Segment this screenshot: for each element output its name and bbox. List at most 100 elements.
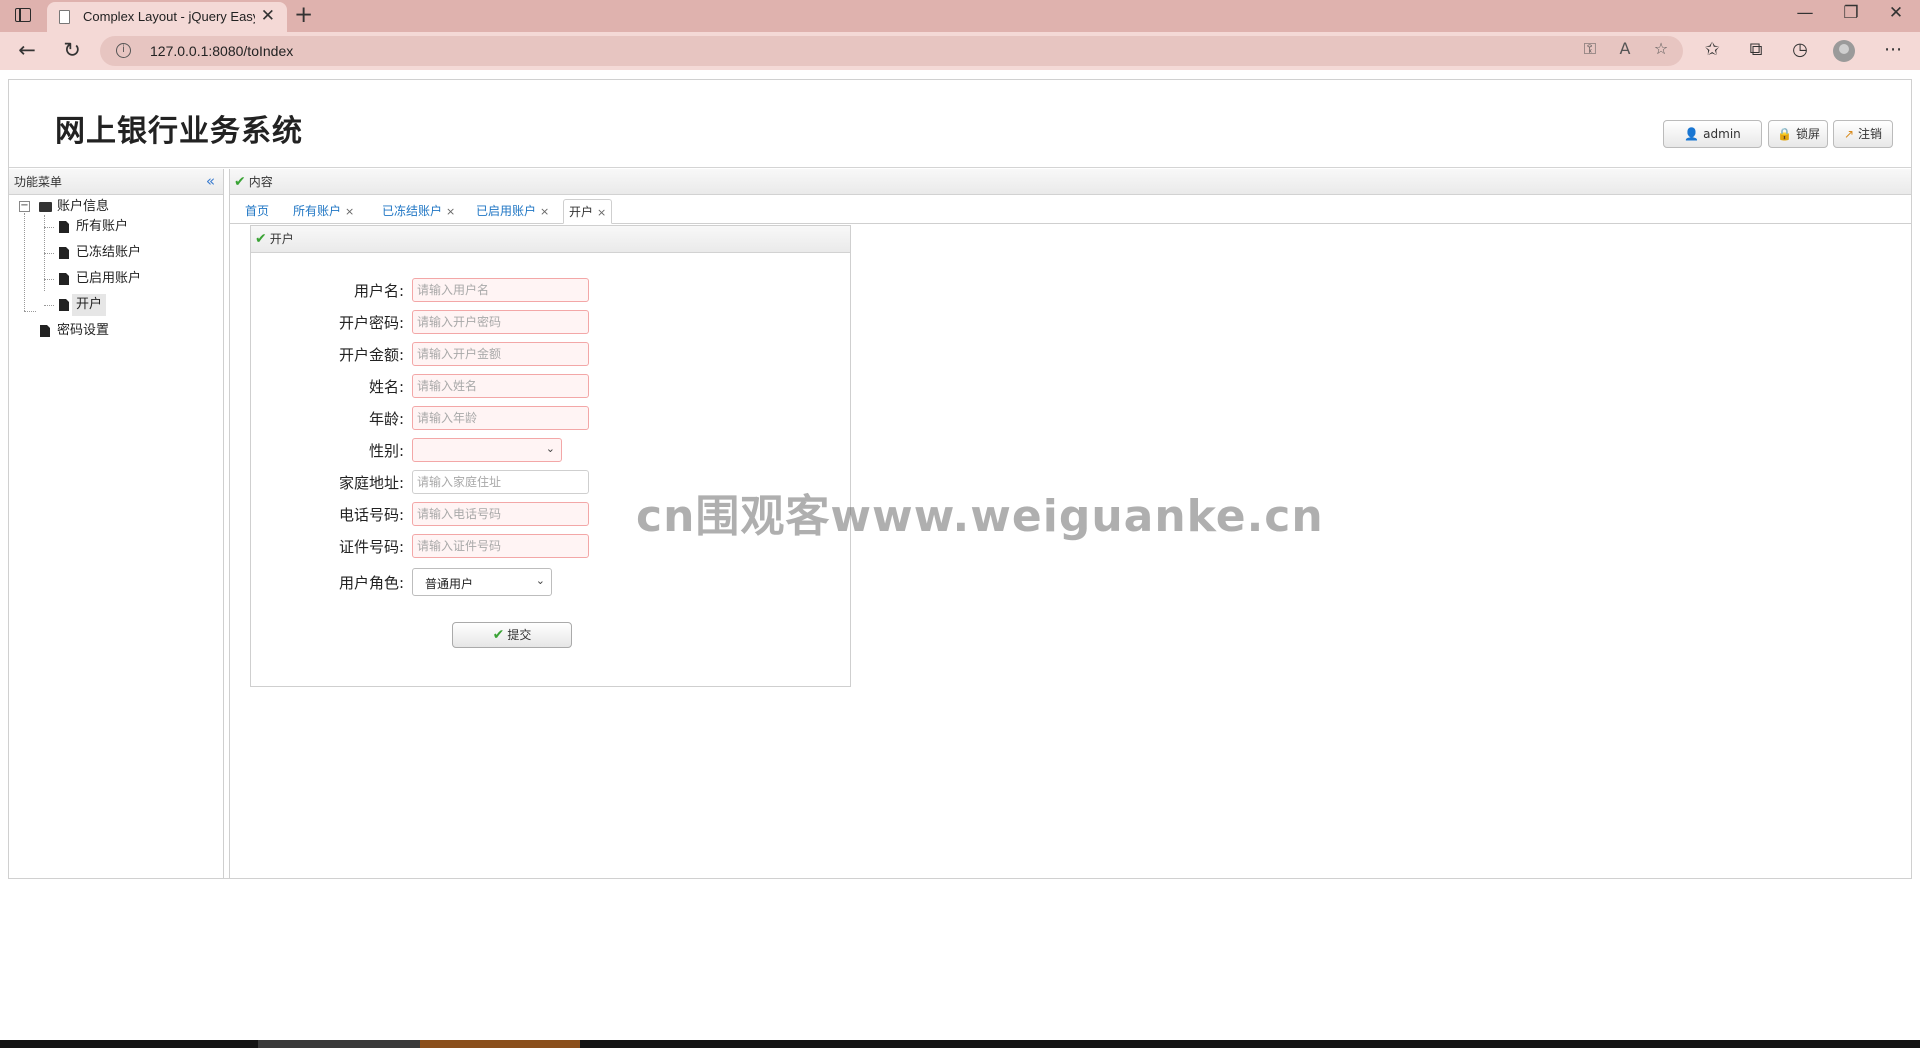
- read-aloud-icon[interactable]: A: [1612, 39, 1638, 58]
- tree-node-frozen-accounts[interactable]: 已冻结账户: [9, 242, 219, 264]
- lock-screen-button[interactable]: 🔒 锁屏: [1768, 120, 1828, 148]
- more-icon[interactable]: ⋯: [1879, 39, 1907, 60]
- form-row-age: 年龄:: [251, 406, 850, 430]
- tab-close-icon[interactable]: ✕: [261, 6, 275, 26]
- phone-input[interactable]: [412, 502, 589, 526]
- tab-close-icon[interactable]: ×: [446, 205, 455, 218]
- taskbar-item[interactable]: [258, 1040, 420, 1048]
- name-input[interactable]: [412, 374, 589, 398]
- refresh-icon[interactable]: ↻: [59, 38, 85, 62]
- file-icon: [40, 325, 50, 337]
- tab-all-accounts[interactable]: 所有账户 ×: [288, 199, 359, 224]
- address-label: 家庭地址:: [338, 474, 404, 492]
- watermark: cn围观客www.weiguanke.cn: [636, 491, 1324, 542]
- tab-actions-icon[interactable]: [15, 8, 31, 22]
- page-icon: [59, 10, 70, 24]
- tab-close-icon[interactable]: ×: [345, 205, 354, 218]
- name-label: 姓名:: [368, 378, 404, 396]
- tree-node-label: 已启用账户: [76, 271, 142, 286]
- browser-toolbar: ← ↻ i 127.0.0.1:8080/toIndex ⚿ A ☆ ✩ ⧉ ◷…: [0, 32, 1920, 70]
- user-icon: 👤: [1684, 127, 1700, 141]
- gender-select[interactable]: ⌄: [412, 438, 562, 462]
- tab-home[interactable]: 首页: [240, 199, 274, 224]
- site-info-icon[interactable]: i: [116, 43, 131, 58]
- minimize-icon[interactable]: —: [1790, 3, 1820, 23]
- tree-node-label: 开户: [72, 294, 107, 316]
- key-icon[interactable]: ⚿: [1577, 39, 1603, 59]
- age-input[interactable]: [412, 406, 589, 430]
- tree-node-account-info[interactable]: − 账户信息: [9, 196, 219, 218]
- username-input[interactable]: [412, 278, 589, 302]
- password-label: 开户密码:: [338, 314, 404, 332]
- sidebar-header: 功能菜单 «: [9, 169, 223, 195]
- tab-bar: 首页 所有账户 × 已冻结账户 × 已启用账户 × 开户 ×: [230, 195, 1911, 224]
- age-label: 年龄:: [368, 410, 404, 428]
- form-row-name: 姓名:: [251, 374, 850, 398]
- form-row-role: 用户角色: 普通用户 ⌄: [251, 568, 850, 596]
- tree-toggle-icon[interactable]: −: [19, 201, 30, 212]
- back-icon[interactable]: ←: [14, 38, 40, 62]
- header: 网上银行业务系统 👤 admin 🔒 锁屏 ↗ 注销: [9, 80, 1911, 168]
- form-row-amount: 开户金额:: [251, 342, 850, 366]
- url-text[interactable]: 127.0.0.1:8080/toIndex: [150, 43, 293, 59]
- chevron-down-icon: ⌄: [545, 442, 555, 455]
- admin-button[interactable]: 👤 admin: [1663, 120, 1762, 148]
- tree-node-label: 密码设置: [57, 323, 110, 338]
- collapse-icon[interactable]: «: [206, 169, 215, 193]
- tab-close-icon[interactable]: ×: [597, 206, 606, 219]
- page-title: 网上银行业务系统: [55, 114, 303, 149]
- app-layout: 网上银行业务系统 👤 admin 🔒 锁屏 ↗ 注销 功能菜单 « − 账户信息…: [8, 79, 1912, 879]
- tree-node-enabled-accounts[interactable]: 已启用账户: [9, 268, 219, 290]
- amount-input[interactable]: [412, 342, 589, 366]
- file-icon: [59, 247, 69, 259]
- check-icon: ✔: [492, 627, 505, 643]
- file-icon: [59, 221, 69, 233]
- add-favorite-icon[interactable]: ☆: [1648, 39, 1674, 58]
- tree-node-label: 已冻结账户: [76, 245, 142, 260]
- gender-label: 性别:: [368, 442, 404, 460]
- open-account-form: ✔开户 用户名: 开户密码: 开户金额: 姓名: 年龄:: [250, 225, 851, 687]
- tab-enabled-accounts[interactable]: 已启用账户 ×: [471, 199, 554, 224]
- address-bar[interactable]: i 127.0.0.1:8080/toIndex ⚿ A ☆: [100, 36, 1683, 66]
- restore-icon[interactable]: ❐: [1836, 3, 1866, 23]
- address-input[interactable]: [412, 470, 589, 494]
- new-tab-button[interactable]: +: [294, 2, 313, 28]
- tree-node-label: 账户信息: [57, 199, 110, 214]
- amount-label: 开户金额:: [338, 346, 404, 364]
- logout-button[interactable]: ↗ 注销: [1833, 120, 1893, 148]
- profile-icon[interactable]: [1833, 40, 1855, 62]
- lock-icon: 🔒: [1777, 127, 1792, 141]
- tree-node-label: 所有账户: [76, 219, 129, 234]
- id-number-input[interactable]: [412, 534, 589, 558]
- form-row-username: 用户名:: [251, 278, 850, 302]
- chevron-down-icon: ⌄: [535, 574, 545, 587]
- sidebar-title: 功能菜单: [14, 175, 63, 189]
- collections-icon[interactable]: ⧉: [1742, 39, 1770, 60]
- logout-icon: ↗: [1843, 127, 1855, 141]
- content-header: ✔ 内容: [230, 169, 1911, 195]
- form-row-gender: 性别: ⌄: [251, 438, 850, 462]
- history-icon[interactable]: ◷: [1786, 39, 1814, 60]
- taskbar: [0, 1040, 1920, 1048]
- close-window-icon[interactable]: ✕: [1881, 3, 1911, 23]
- browser-tab[interactable]: Complex Layout - jQuery EasyUI ✕: [47, 2, 287, 32]
- submit-button[interactable]: ✔ 提交: [452, 622, 572, 648]
- taskbar-item[interactable]: [420, 1040, 580, 1048]
- role-value: 普通用户: [425, 577, 474, 591]
- tab-frozen-accounts[interactable]: 已冻结账户 ×: [377, 199, 460, 224]
- password-input[interactable]: [412, 310, 589, 334]
- tree-node-open-account[interactable]: 开户: [9, 294, 219, 316]
- tree-node-all-accounts[interactable]: 所有账户: [9, 216, 219, 238]
- browser-tab-title: Complex Layout - jQuery EasyUI: [83, 9, 255, 24]
- favorites-icon[interactable]: ✩: [1698, 39, 1726, 60]
- content-title: 内容: [248, 175, 273, 189]
- tree-node-password-settings[interactable]: 密码设置: [9, 320, 219, 342]
- tab-close-icon[interactable]: ×: [540, 205, 549, 218]
- file-icon: [59, 273, 69, 285]
- role-select[interactable]: 普通用户 ⌄: [412, 568, 552, 596]
- form-title: 开户: [269, 232, 294, 246]
- folder-open-icon: [39, 202, 52, 212]
- tab-open-account[interactable]: 开户 ×: [563, 199, 613, 224]
- form-row-password: 开户密码:: [251, 310, 850, 334]
- check-icon: ✔: [255, 231, 267, 247]
